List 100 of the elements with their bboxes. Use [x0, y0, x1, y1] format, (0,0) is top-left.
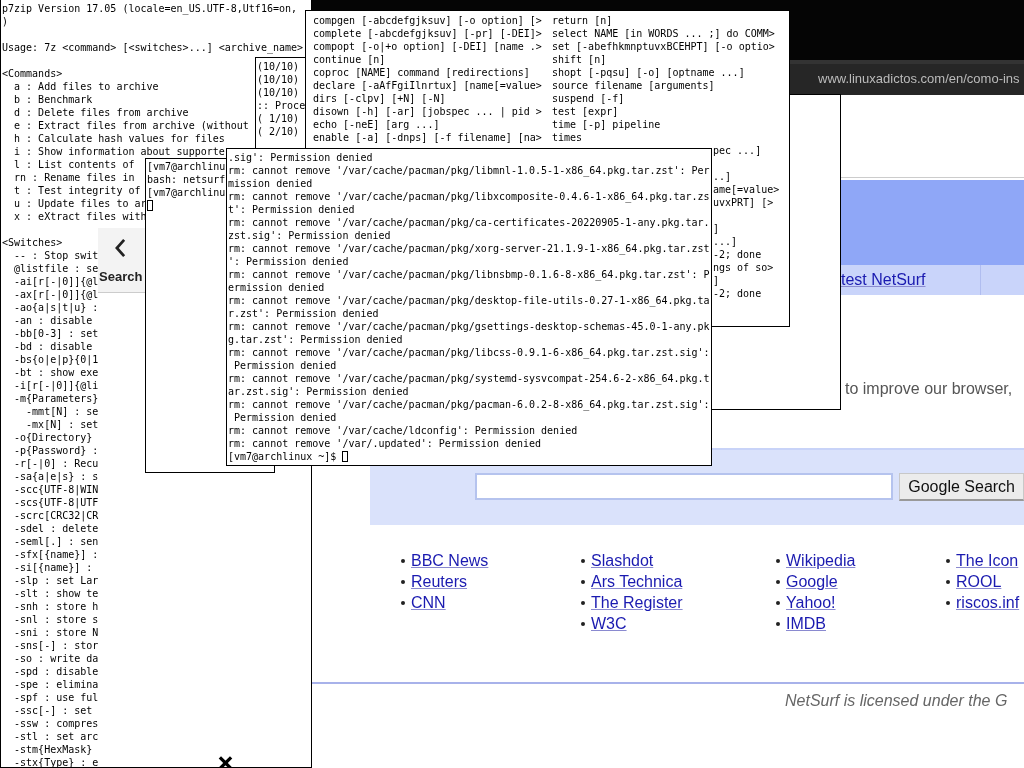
bullet-icon — [946, 558, 950, 563]
terminal-line: return [n] — [552, 14, 613, 27]
terminal-line: e : Extract files from archive (without — [13, 119, 249, 132]
bullet-icon — [946, 600, 950, 605]
terminal-line: (10/10) — [257, 73, 300, 86]
terminal-line: mission denied — [228, 177, 313, 190]
terminal-line: -so : write da — [13, 652, 99, 665]
link[interactable]: ROOL — [956, 571, 1002, 592]
terminal-line: -mx[N] : set — [25, 418, 99, 431]
search-button[interactable]: Google Search — [899, 473, 1024, 501]
link[interactable]: test NetSurf — [841, 271, 926, 288]
bullet-icon — [776, 558, 780, 563]
bullet-icon — [401, 600, 405, 605]
bullet-icon — [401, 579, 405, 584]
terminal-line: bash: netsurf — [147, 173, 226, 186]
link[interactable]: Ars Technica — [591, 571, 683, 592]
terminal-line: :: Proce — [257, 99, 306, 112]
terminal-line: disown [-h] [-ar] [jobspec ... | pid > — [313, 105, 542, 118]
terminal-line: .sig': Permission denied — [228, 151, 373, 164]
terminal-line: -ai[r[-|0]]{@l — [13, 275, 99, 288]
terminal-line: rm: cannot remove '/var/.updated': Permission denied — [228, 437, 542, 450]
terminal-line: h : Calculate hash values for files — [13, 132, 225, 145]
terminal-line: shopt [-pqsu] [-o] [optname ...] — [552, 66, 745, 79]
terminal-line: pec ...] — [713, 144, 762, 157]
bullet-icon — [581, 600, 585, 605]
terminal-line: compopt [-o|+o option] [-DEI] [name .> — [313, 40, 542, 53]
terminal-line: -m{Parameters} — [13, 392, 99, 405]
link[interactable]: CNN — [411, 592, 446, 613]
bullet-icon — [776, 579, 780, 584]
terminal-line: dirs [-clpv] [+N] [-N] — [313, 92, 446, 105]
terminal-line: l : List contents of — [13, 158, 135, 171]
terminal-line: @listfile : se — [13, 262, 99, 275]
link[interactable]: The Register — [591, 592, 683, 613]
terminal-line: -si[{name}] : — [13, 561, 93, 574]
link[interactable]: riscos.inf — [956, 592, 1020, 613]
terminal-line: -o{Directory} — [13, 431, 93, 444]
intro-text: to improve our browser, — [845, 379, 1014, 399]
terminal-line: suspend [-f] — [552, 92, 625, 105]
shell-prompt: [vm7@archlinux ~]$ — [228, 451, 337, 462]
terminal-line: -sni : store N — [13, 626, 99, 639]
terminal-line: t': Permission denied — [228, 203, 355, 216]
terminal-line: <Commands> — [2, 67, 63, 80]
terminal-line: -seml[.] : sen — [13, 535, 99, 548]
terminal-line: compgen [-abcdefgjksuv] [-o option] [> — [313, 14, 542, 27]
bullet-icon — [776, 621, 780, 626]
terminal-line: -sns[-] : stor — [13, 639, 99, 652]
terminal-line: ame[=value> — [713, 183, 780, 196]
terminal-line: rm: cannot remove '/var/cache/pacman/pkg/xorg-server-21.1.9-1-x86_64.pkg.tar.zst — [228, 242, 710, 255]
terminal-line: test [expr] — [552, 105, 619, 118]
link[interactable]: Wikipedia — [786, 550, 856, 571]
terminal-line: g.tar.zst': Permission denied — [228, 333, 403, 346]
terminal-line: r.zst': Permission denied — [228, 307, 379, 320]
link[interactable]: Google — [786, 571, 838, 592]
terminal-line: rn : Rename files in — [13, 171, 135, 184]
terminal-line: rm: cannot remove '/var/cache/pacman/pkg/ca-certificates-20220905-1-any.pkg.tar. — [228, 216, 710, 229]
terminal-line: rm: cannot remove '/var/cache/pacman/pkg/libxcomposite-0.4.6-1-x86_64.pkg.tar.zs — [228, 190, 710, 203]
terminal-line: i : Show information about supporte — [13, 145, 225, 158]
link[interactable]: The Icon — [956, 550, 1019, 571]
terminal-line: rm: cannot remove '/var/cache/pacman/pkg/desktop-file-utils-0.27-1-x86_64.pkg.ta — [228, 294, 710, 307]
terminal-line: -stl : set arc — [13, 730, 99, 743]
terminal-line: -mmt[N] : se — [25, 405, 99, 418]
terminal-line: ngs of so> — [713, 261, 774, 274]
terminal-line: -spe : elimina — [13, 678, 99, 691]
link[interactable]: BBC News — [411, 550, 489, 571]
terminal-line: -slp : set Lar — [13, 574, 99, 587]
terminal-line: ar.zst.sig': Permission denied — [228, 385, 409, 398]
terminal-line: continue [n] — [313, 53, 386, 66]
terminal-line: rm: cannot remove '/var/cache/ldconfig': Permission denied — [228, 424, 578, 437]
bullet-icon — [581, 579, 585, 584]
terminal-line: -ssw : compres — [13, 717, 99, 730]
terminal-line: -snh : store h — [13, 600, 99, 613]
terminal-line: ( 2/10) — [257, 125, 300, 138]
search-label[interactable]: Search — [99, 269, 143, 284]
search-field[interactable] — [475, 473, 894, 500]
terminal-line: -sdel : delete — [13, 522, 99, 535]
terminal-line: -stm{HexMask} — [13, 743, 93, 756]
terminal-line: -ssc[-] : set — [13, 704, 93, 717]
close-icon[interactable] — [218, 756, 233, 768]
terminal-line: -scrc[CRC32|CR — [13, 509, 99, 522]
terminal-line: rm: cannot remove '/var/cache/pacman/pkg/pacman-6.0.2-8-x86_64.pkg.tar.zst.sig': — [228, 398, 710, 411]
terminal-line: a : Add files to archive — [13, 80, 159, 93]
link[interactable]: IMDB — [786, 613, 826, 634]
terminal-line: Permission denied — [233, 359, 337, 372]
text-cursor — [342, 451, 349, 462]
link[interactable]: Reuters — [411, 571, 468, 592]
link[interactable]: Yahoo! — [786, 592, 836, 613]
terminal-line: uvxPRT] [> — [713, 196, 774, 209]
terminal-line: echo [-neE] [arg ...] — [313, 118, 440, 131]
terminal-line: u : Update files to ar — [13, 197, 147, 210]
terminal-line: rm: cannot remove '/var/cache/pacman/pkg/systemd-sysvcompat-254.6-2-x86_64.pkg.t — [228, 372, 710, 385]
terminal-line: ': Permission denied — [228, 255, 349, 268]
back-icon[interactable] — [114, 238, 127, 258]
link[interactable]: W3C — [591, 613, 627, 634]
terminal-line: select NAME [in WORDS ... ;] do COMM> — [552, 27, 775, 40]
terminal-line: Usage: 7z <command> [<switches>...] <archive_name> — [2, 41, 304, 54]
link[interactable]: Slashdot — [591, 550, 654, 571]
url-text[interactable]: www.linuxadictos.com/en/como-ins — [818, 71, 1020, 86]
terminal-line: enable [-a] [-dnps] [-f filename] [na> — [313, 131, 542, 144]
terminal-line: rm: cannot remove '/var/cache/pacman/pkg/libnsbmp-0.1.6-8-x86_64.pkg.tar.zst': P — [228, 268, 710, 281]
terminal-line: -p{Password} : — [13, 444, 99, 457]
